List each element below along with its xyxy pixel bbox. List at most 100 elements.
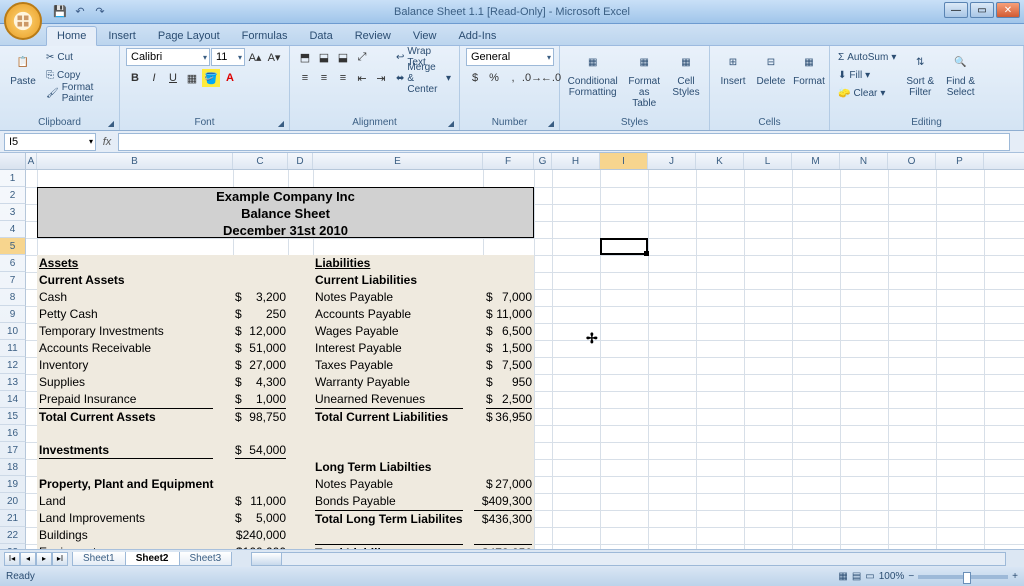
col-header[interactable]: G [534,153,552,169]
paste-button[interactable]: 📋Paste [6,48,40,89]
delete-cells-button[interactable]: ⊟Delete [754,48,788,89]
cut-button[interactable]: ✂ Cut [44,48,113,66]
zoom-out-icon[interactable]: − [908,571,914,582]
col-header[interactable]: O [888,153,936,169]
bold-button[interactable]: B [126,69,144,87]
number-launcher-icon[interactable]: ◢ [545,117,557,129]
sheet-tab[interactable]: Sheet2 [125,552,180,566]
italic-button[interactable]: I [145,69,163,87]
tab-data[interactable]: Data [298,26,343,45]
col-header[interactable]: H [552,153,600,169]
fill-button[interactable]: ⬇ Fill ▾ [836,66,898,84]
row-header[interactable]: 3 [0,204,26,221]
col-header[interactable]: J [648,153,696,169]
row-header[interactable]: 5 [0,238,26,255]
col-header[interactable]: N [840,153,888,169]
row-header[interactable]: 20 [0,493,26,510]
row-header[interactable]: 22 [0,527,26,544]
format-cells-button[interactable]: ▦Format [792,48,826,89]
fx-icon[interactable]: fx [96,136,118,148]
align-bottom-icon[interactable]: ⬓ [334,48,352,66]
clipboard-launcher-icon[interactable]: ◢ [105,117,117,129]
zoom-level[interactable]: 100% [879,571,905,582]
row-header[interactable]: 15 [0,408,26,425]
col-header[interactable]: D [288,153,313,169]
currency-icon[interactable]: $ [466,69,484,87]
number-format-combo[interactable]: General [466,48,554,66]
row-header[interactable]: 6 [0,255,26,272]
tab-view[interactable]: View [402,26,448,45]
format-as-table-button[interactable]: ▦Format as Table [623,48,665,111]
undo-icon[interactable]: ↶ [72,4,88,20]
row-header[interactable]: 11 [0,340,26,357]
name-box[interactable]: I5 [4,133,96,151]
save-icon[interactable]: 💾 [52,4,68,20]
row-header[interactable]: 14 [0,391,26,408]
col-header[interactable]: C [233,153,288,169]
tab-addins[interactable]: Add-Ins [447,26,507,45]
tab-nav-prev-icon[interactable]: ◂ [20,552,36,566]
align-left-icon[interactable]: ≡ [296,69,314,87]
tab-insert[interactable]: Insert [97,26,147,45]
col-header[interactable]: I [600,153,648,169]
format-painter-button[interactable]: 🖌 Format Painter [44,84,113,102]
select-all-corner[interactable] [0,153,26,169]
insert-cells-button[interactable]: ⊞Insert [716,48,750,89]
sheet-tab[interactable]: Sheet1 [72,552,126,566]
row-header[interactable]: 13 [0,374,26,391]
row-header[interactable]: 19 [0,476,26,493]
find-select-button[interactable]: 🔍Find & Select [942,48,979,100]
close-button[interactable]: ✕ [996,2,1020,18]
decrease-font-icon[interactable]: A▾ [265,48,283,66]
decrease-indent-icon[interactable]: ⇤ [353,69,371,87]
tab-review[interactable]: Review [344,26,402,45]
underline-button[interactable]: U [164,69,182,87]
row-header[interactable]: 17 [0,442,26,459]
tab-nav-last-icon[interactable]: ▸I [52,552,68,566]
font-size-combo[interactable]: 11 [211,48,245,66]
col-header[interactable]: A [26,153,37,169]
font-color-button[interactable]: A [221,69,239,87]
col-header[interactable]: L [744,153,792,169]
align-center-icon[interactable]: ≡ [315,69,333,87]
decrease-decimal-icon[interactable]: ←.0 [542,69,560,87]
col-header[interactable]: E [313,153,483,169]
col-header[interactable]: K [696,153,744,169]
orientation-icon[interactable]: ⤢ [353,48,371,66]
row-header[interactable]: 16 [0,425,26,442]
tab-formulas[interactable]: Formulas [231,26,299,45]
align-right-icon[interactable]: ≡ [334,69,352,87]
merge-center-button[interactable]: ⬌ Merge & Center ▾ [394,69,453,87]
row-header[interactable]: 7 [0,272,26,289]
row-header[interactable]: 8 [0,289,26,306]
clear-button[interactable]: 🧽 Clear ▾ [836,84,898,102]
view-pagebreak-icon[interactable]: ▭ [865,571,874,582]
row-header[interactable]: 10 [0,323,26,340]
conditional-formatting-button[interactable]: ▦Conditional Formatting [566,48,619,100]
row-header[interactable]: 1 [0,170,26,187]
sort-filter-button[interactable]: ⇅Sort & Filter [902,48,938,100]
increase-font-icon[interactable]: A▴ [246,48,264,66]
font-launcher-icon[interactable]: ◢ [275,117,287,129]
worksheet-grid[interactable]: A B C D E F G H I J K L M N O P 12345678… [0,153,1024,549]
col-header[interactable]: F [483,153,534,169]
align-middle-icon[interactable]: ⬓ [315,48,333,66]
sheet-tab[interactable]: Sheet3 [179,552,233,566]
row-header[interactable]: 9 [0,306,26,323]
row-header[interactable]: 21 [0,510,26,527]
col-header[interactable]: B [37,153,233,169]
increase-decimal-icon[interactable]: .0→ [523,69,541,87]
row-header[interactable]: 23 [0,544,26,549]
view-normal-icon[interactable]: ▦ [838,571,847,582]
fill-color-button[interactable]: 🪣 [202,69,220,87]
font-name-combo[interactable]: Calibri [126,48,210,66]
align-top-icon[interactable]: ⬒ [296,48,314,66]
office-button[interactable] [4,2,42,40]
alignment-launcher-icon[interactable]: ◢ [445,117,457,129]
col-header[interactable]: P [936,153,984,169]
minimize-button[interactable]: — [944,2,968,18]
horizontal-scrollbar[interactable] [251,552,1006,566]
zoom-in-icon[interactable]: + [1012,571,1018,582]
cell-styles-button[interactable]: ▦Cell Styles [669,48,703,100]
redo-icon[interactable]: ↷ [92,4,108,20]
